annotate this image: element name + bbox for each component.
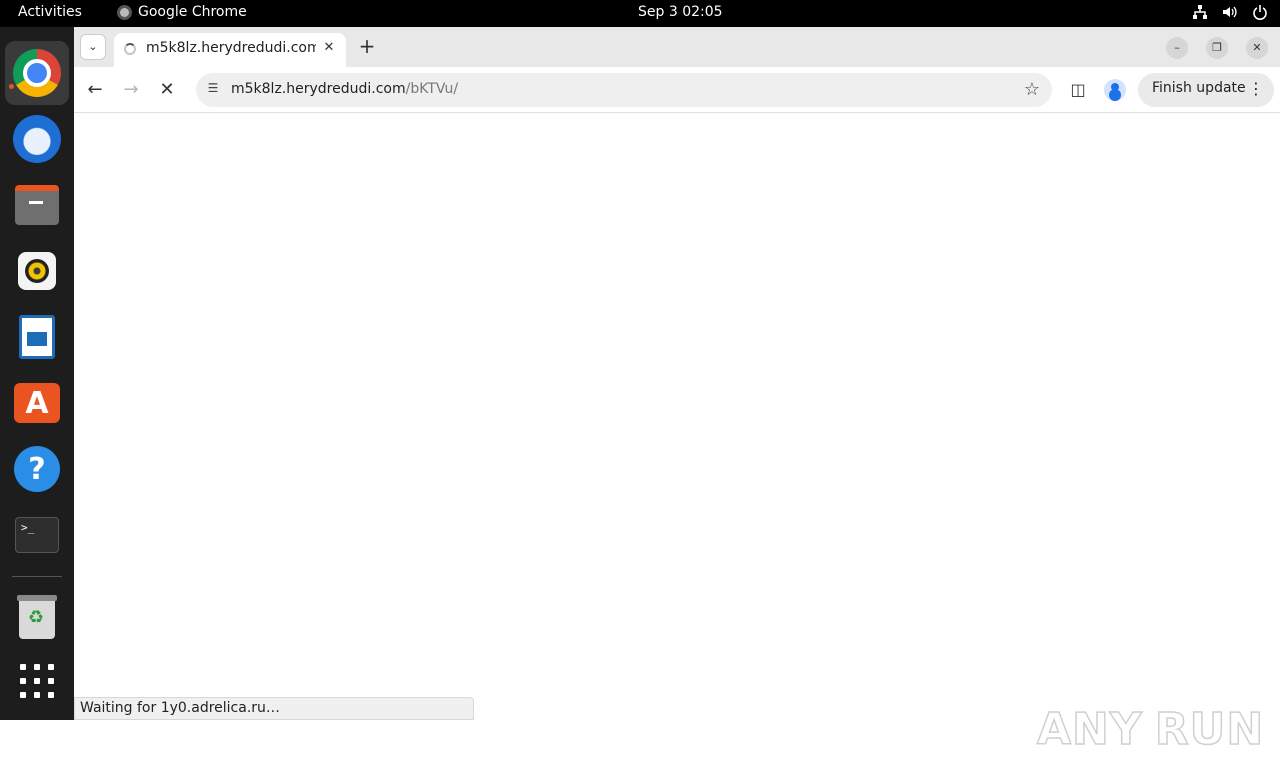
app-menu[interactable]: Google Chrome [117, 4, 247, 20]
network-icon[interactable] [1192, 4, 1208, 20]
system-tray[interactable] [1192, 4, 1268, 20]
dock-separator [12, 576, 62, 577]
volume-icon[interactable] [1222, 4, 1238, 20]
kebab-menu-icon: ⋮ [1248, 79, 1264, 98]
site-info-icon[interactable]: ☰ [204, 81, 222, 99]
page-viewport[interactable]: ANY RUN [74, 114, 1280, 755]
dock-item-files[interactable] [5, 173, 69, 237]
url-text[interactable]: m5k8lz.herydredudi.com/bKTVu/ [231, 81, 458, 97]
thunderbird-icon [13, 115, 61, 163]
app-menu-label: Google Chrome [138, 4, 247, 20]
running-indicator [9, 84, 14, 89]
rhythmbox-icon [18, 252, 56, 290]
loading-spinner-icon [124, 43, 136, 55]
side-panel-icon: ◫ [1070, 80, 1086, 99]
chrome-icon [13, 49, 61, 97]
dock-item-show-apps[interactable] [5, 649, 69, 713]
watermark-right: RUN [1154, 703, 1265, 756]
plus-icon: + [358, 34, 376, 58]
power-icon[interactable] [1252, 4, 1268, 20]
stop-button[interactable]: ✕ [156, 79, 178, 101]
restore-button[interactable]: ❐ [1206, 37, 1228, 59]
status-bubble: Waiting for 1y0.adrelica.ru… [74, 697, 474, 720]
restore-icon: ❐ [1212, 41, 1222, 54]
chrome-window: ⌄ m5k8lz.herydredudi.com ✕ + – ❐ ✕ ← → ✕ [74, 27, 1280, 755]
dock-item-terminal[interactable]: >_ [5, 503, 69, 567]
finish-update-label: Finish update [1152, 80, 1246, 96]
minimize-button[interactable]: – [1166, 37, 1188, 59]
side-panel-button[interactable]: ◫ [1067, 79, 1089, 101]
forward-button[interactable]: → [120, 79, 142, 101]
tab-search-button[interactable]: ⌄ [80, 34, 106, 60]
chevron-down-icon: ⌄ [88, 40, 98, 53]
close-tab-icon[interactable]: ✕ [320, 39, 338, 57]
clock[interactable]: Sep 3 02:05 [638, 4, 723, 20]
browser-toolbar: ← → ✕ ☰ m5k8lz.herydredudi.com/bKTVu/ ☆ … [74, 67, 1280, 113]
bookmark-star-icon[interactable]: ☆ [1024, 79, 1040, 100]
files-icon [15, 185, 59, 225]
app-grid-icon [20, 664, 54, 698]
dock-item-chrome[interactable] [5, 41, 69, 105]
dock-item-app-store[interactable]: A [5, 371, 69, 435]
close-window-button[interactable]: ✕ [1246, 37, 1268, 59]
writer-icon [19, 315, 55, 359]
finish-update-button[interactable]: Finish update ⋮ [1138, 73, 1274, 107]
arrow-left-icon: ← [87, 79, 103, 100]
stop-icon: ✕ [159, 79, 175, 100]
dock-item-rhythmbox[interactable] [5, 239, 69, 303]
tab-strip: ⌄ m5k8lz.herydredudi.com ✕ + – ❐ ✕ [74, 27, 1280, 67]
trash-icon [17, 595, 57, 639]
dock-item-help[interactable]: ? [5, 437, 69, 501]
tab-active[interactable]: m5k8lz.herydredudi.com ✕ [114, 33, 346, 67]
ubuntu-dock: A ? >_ [0, 27, 74, 720]
tab-title: m5k8lz.herydredudi.com [146, 40, 316, 56]
back-button[interactable]: ← [84, 79, 106, 101]
dock-item-writer[interactable] [5, 305, 69, 369]
gnome-top-bar: Activities Google Chrome Sep 3 02:05 [0, 0, 1280, 27]
dock-item-thunderbird[interactable] [5, 107, 69, 171]
help-icon: ? [14, 446, 60, 492]
profile-avatar[interactable] [1104, 79, 1126, 101]
arrow-right-icon: → [123, 79, 139, 100]
new-tab-button[interactable]: + [356, 35, 378, 57]
app-store-icon: A [14, 383, 60, 423]
close-icon: ✕ [1252, 41, 1262, 54]
watermark-left: ANY [1036, 703, 1143, 756]
minimize-icon: – [1174, 41, 1180, 54]
url-host: m5k8lz.herydredudi.com [231, 81, 406, 97]
activities-button[interactable]: Activities [18, 4, 82, 20]
anyrun-watermark: ANY RUN [1036, 699, 1264, 759]
address-bar[interactable]: ☰ m5k8lz.herydredudi.com/bKTVu/ ☆ [196, 73, 1052, 107]
url-path: /bKTVu/ [405, 81, 459, 97]
chrome-mini-icon [117, 4, 132, 20]
terminal-icon: >_ [15, 517, 59, 553]
dock-item-trash[interactable] [5, 585, 69, 649]
